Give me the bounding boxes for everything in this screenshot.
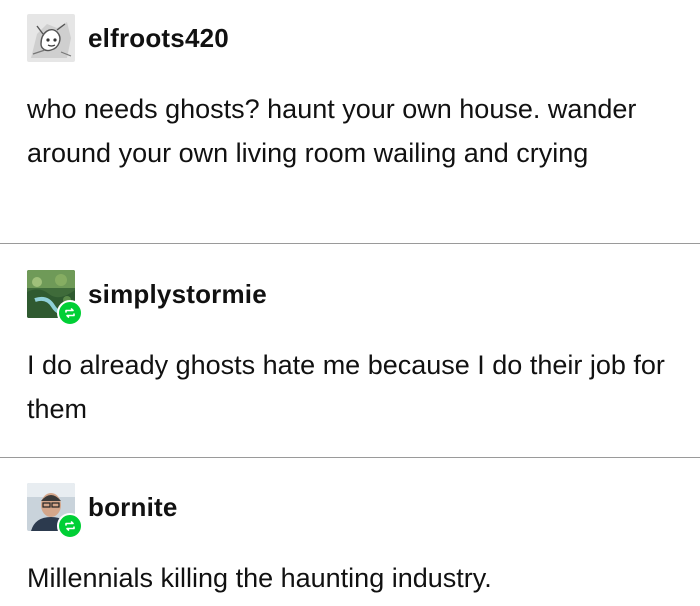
post-text: I do already ghosts hate me because I do…	[27, 350, 665, 424]
avatar-wrap[interactable]	[27, 483, 83, 539]
avatar-wrap[interactable]	[27, 270, 83, 326]
username[interactable]: elfroots420	[88, 25, 229, 51]
avatar[interactable]	[27, 14, 75, 62]
reblog-badge	[57, 513, 83, 539]
post-text: who needs ghosts? haunt your own house. …	[27, 94, 637, 168]
reblog-icon	[65, 521, 75, 531]
avatar-wrap[interactable]	[27, 14, 75, 62]
divider	[0, 457, 700, 458]
username[interactable]: bornite	[88, 494, 178, 520]
username[interactable]: simplystormie	[88, 281, 267, 307]
reblog-badge	[57, 300, 83, 326]
post-header: bornite	[27, 483, 178, 539]
divider	[0, 243, 700, 244]
post-header: simplystormie	[27, 270, 267, 326]
reblog-icon	[65, 308, 75, 318]
post-header: elfroots420	[27, 14, 229, 62]
post-text: Millennials killing the haunting industr…	[27, 563, 492, 593]
